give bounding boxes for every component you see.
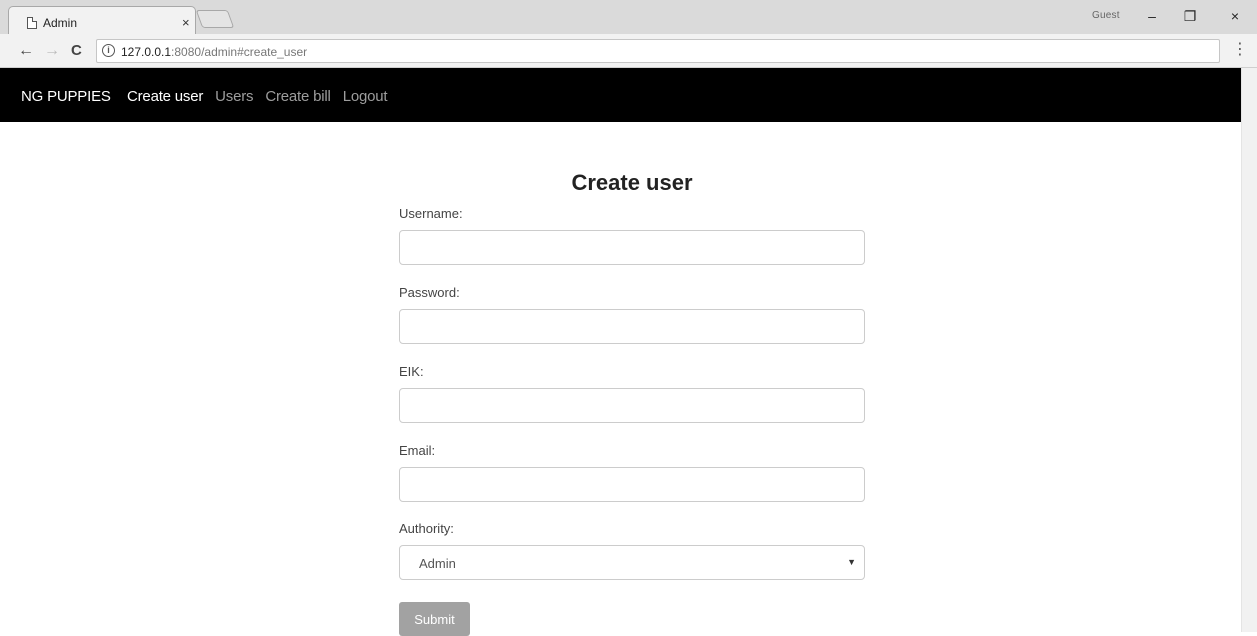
restore-button[interactable]: ❐	[1175, 6, 1205, 26]
forward-icon[interactable]: →	[44, 42, 60, 60]
browser-menu-icon[interactable]: ⋮	[1232, 42, 1248, 58]
browser-toolbar: ← → C i 127.0.0.1:8080/admin#create_user…	[0, 34, 1257, 68]
page-title: Create user	[571, 170, 693, 195]
username-input[interactable]	[399, 230, 865, 265]
tab-title: Admin	[43, 16, 78, 30]
eik-input[interactable]	[399, 388, 865, 423]
nav-link-create-user[interactable]: Create user	[127, 88, 203, 105]
eik-label: EIK:	[399, 364, 424, 379]
profile-label[interactable]: Guest	[1092, 10, 1120, 21]
site-navbar: NG PUPPIES Create user Users Create bill…	[0, 68, 1241, 122]
email-label: Email:	[399, 443, 436, 458]
reload-icon[interactable]: C	[71, 42, 82, 60]
minimize-button[interactable]: –	[1137, 6, 1167, 26]
page-icon	[27, 17, 37, 29]
chevron-down-icon: ▼	[847, 557, 856, 567]
submit-button[interactable]: Submit	[399, 602, 470, 636]
back-icon[interactable]: ←	[18, 42, 34, 60]
password-input[interactable]	[399, 309, 865, 344]
url-text: 127.0.0.1:8080/admin#create_user	[121, 45, 307, 59]
nav-link-users[interactable]: Users	[215, 88, 253, 105]
url-host: 127.0.0.1	[121, 45, 172, 59]
close-window-button[interactable]: ×	[1220, 6, 1250, 26]
username-label: Username:	[399, 206, 463, 221]
nav-links: Create user Users Create bill Logout	[127, 88, 388, 105]
browser-tab-bar: Admin × Guest – ❐ ×	[0, 0, 1257, 34]
password-label: Password:	[399, 285, 460, 300]
authority-selected-value: Admin	[419, 556, 456, 571]
authority-select[interactable]: Admin ▼	[399, 545, 865, 580]
nav-link-create-bill[interactable]: Create bill	[265, 88, 331, 105]
tab-close-icon[interactable]: ×	[182, 15, 190, 30]
browser-tab[interactable]: Admin ×	[8, 6, 196, 34]
nav-link-logout[interactable]: Logout	[343, 88, 388, 105]
authority-label: Authority:	[399, 521, 454, 536]
page-scrollbar[interactable]	[1241, 68, 1257, 632]
brand-link[interactable]: NG PUPPIES	[21, 88, 111, 105]
info-icon[interactable]: i	[102, 44, 115, 57]
url-path: :8080/admin#create_user	[171, 45, 308, 59]
email-input[interactable]	[399, 467, 865, 502]
new-tab-button[interactable]	[195, 10, 235, 28]
address-bar[interactable]: i 127.0.0.1:8080/admin#create_user	[96, 39, 1220, 63]
